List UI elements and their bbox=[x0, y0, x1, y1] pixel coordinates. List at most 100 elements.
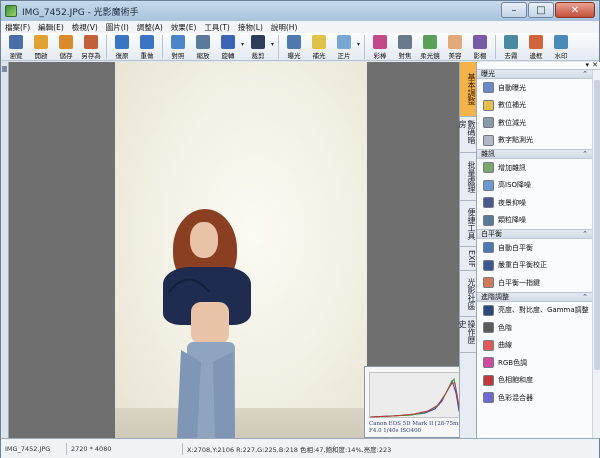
menu-item[interactable]: 接物(L) bbox=[238, 22, 263, 33]
vertical-tabs: 基本調整 數碼暗房 批量處理 便捷工具 EXIF 光影社區 操作歷史 bbox=[458, 62, 476, 438]
vertical-tab[interactable]: 便捷工具 bbox=[460, 201, 476, 247]
dropdown-arrow-icon[interactable]: ▾ bbox=[357, 41, 360, 48]
toolbar-button-13[interactable]: 正片 bbox=[332, 33, 356, 61]
panel-item[interactable]: 數位減光 bbox=[477, 114, 600, 132]
panel-close-icon[interactable]: ✕ bbox=[592, 62, 598, 69]
panel-item[interactable]: 夜景抑噪 bbox=[477, 194, 600, 212]
browse-icon bbox=[9, 35, 23, 49]
curves-icon bbox=[483, 339, 494, 351]
section-header[interactable]: 進階調整 ⌃ bbox=[477, 291, 600, 302]
toolbar-label: 水印 bbox=[554, 52, 568, 60]
collapse-chevron-icon[interactable]: ⌃ bbox=[582, 70, 588, 78]
toolbar-button-19[interactable]: 去霧 bbox=[499, 33, 523, 61]
toolbar-button-3[interactable]: 儲存 bbox=[54, 33, 78, 61]
toolbar-separator bbox=[364, 35, 366, 59]
toolbar-button-21[interactable]: 水印 bbox=[549, 33, 573, 61]
toolbar-button-4[interactable]: 另存為 bbox=[79, 33, 103, 61]
vertical-tab[interactable]: 批量處理 bbox=[460, 153, 476, 201]
menu-item[interactable]: 圖片(I) bbox=[106, 22, 129, 33]
toolbar-button-7[interactable]: 對照 bbox=[166, 33, 190, 61]
panel-item[interactable]: 色彩混合器 bbox=[477, 389, 600, 407]
toolbar-button-10[interactable]: 裁剪 bbox=[246, 33, 270, 61]
panel-item[interactable]: 增加雜訊 bbox=[477, 159, 600, 177]
menu-item[interactable]: 說明(H) bbox=[271, 22, 298, 33]
panel-item[interactable]: 曲線 bbox=[477, 337, 600, 355]
app-window: IMG_7452.JPG - 光影魔術手 – □ ✕ 檔案(F) 編輯(E) 檢視(… bbox=[0, 0, 600, 458]
panel-item[interactable]: 白平衡一指鍵 bbox=[477, 274, 600, 292]
menu-item[interactable]: 檢視(V) bbox=[72, 22, 98, 33]
status-filename: IMG_7452.JPG bbox=[1, 442, 67, 455]
collapse-chevron-icon[interactable]: ⌃ bbox=[582, 293, 588, 301]
toolbar-button-15[interactable]: 對焦 bbox=[393, 33, 417, 61]
section-header[interactable]: 白平衡 ⌃ bbox=[477, 229, 600, 239]
toolbar-button-6[interactable]: 重做 bbox=[135, 33, 159, 61]
toolbar-button-16[interactable]: 柔光鏡 bbox=[418, 33, 442, 61]
collapse-chevron-icon[interactable]: ⌃ bbox=[582, 150, 588, 158]
frame-icon bbox=[529, 35, 544, 49]
toolbar-button-5[interactable]: 復原 bbox=[110, 33, 134, 61]
toolbar-label: 對照 bbox=[171, 52, 185, 60]
maximize-button[interactable]: □ bbox=[528, 2, 554, 18]
window-title: IMG_7452.JPG - 光影魔術手 bbox=[22, 7, 139, 18]
panel-item[interactable]: 顆粒降噪 bbox=[477, 212, 600, 230]
menu-item[interactable]: 工具(T) bbox=[204, 22, 229, 33]
toolbar-button-20[interactable]: 邊框 bbox=[524, 33, 548, 61]
toolbar-separator bbox=[495, 35, 497, 59]
dehaze-icon bbox=[504, 35, 519, 49]
vertical-tab[interactable]: 基本調整 bbox=[460, 62, 476, 117]
toolbar-button-1[interactable]: 瀏覽 bbox=[4, 33, 28, 61]
toolbar-button-11[interactable]: 曝光 bbox=[282, 33, 306, 61]
collapse-handle-icon[interactable] bbox=[2, 66, 7, 72]
toolbar-button-12[interactable]: 補光 bbox=[307, 33, 331, 61]
panel-item-label: 色彩混合器 bbox=[498, 393, 533, 402]
panel-scroll-thumb[interactable] bbox=[594, 80, 600, 370]
toolbar-separator bbox=[278, 35, 280, 59]
collapse-chevron-icon[interactable]: ⌃ bbox=[582, 230, 588, 238]
section-header[interactable]: 雜訊 ⌃ bbox=[477, 149, 600, 159]
window-controls: – □ ✕ bbox=[500, 2, 595, 18]
panel-item[interactable]: 色階 bbox=[477, 319, 600, 337]
section-title: 白平衡 bbox=[481, 230, 502, 238]
menu-item[interactable]: 編輯(E) bbox=[38, 22, 64, 33]
section-title: 曝光 bbox=[481, 70, 495, 78]
menu-item[interactable]: 調整(A) bbox=[137, 22, 163, 33]
vertical-tab[interactable]: 光影社區 bbox=[460, 271, 476, 317]
toolbar-label: 正片 bbox=[337, 52, 351, 60]
toolbar-button-8[interactable]: 縮放 bbox=[191, 33, 215, 61]
positive-film-icon bbox=[337, 35, 352, 49]
section-title: 進階調整 bbox=[481, 292, 509, 301]
minimize-button[interactable]: – bbox=[501, 2, 527, 18]
left-collapse-strip[interactable] bbox=[1, 62, 9, 438]
close-button[interactable]: ✕ bbox=[555, 2, 595, 18]
toolbar-button-18[interactable]: 影棚 bbox=[468, 33, 492, 61]
panel-item[interactable]: 色相飽和度 bbox=[477, 372, 600, 390]
toolbar-button-17[interactable]: 美容 bbox=[443, 33, 467, 61]
toolbar-button-14[interactable]: 彩棒 bbox=[368, 33, 392, 61]
dropdown-arrow-icon[interactable]: ▾ bbox=[271, 41, 274, 48]
menu-bar: 檔案(F) 編輯(E) 檢視(V) 圖片(I) 調整(A) 效果(E) 工具(T) 接物(L)… bbox=[1, 21, 599, 33]
dropdown-arrow-icon[interactable]: ▾ bbox=[241, 41, 244, 48]
exif-camera: Canon EOS 5D Mark II [28-75mm] bbox=[369, 421, 466, 427]
panel-item-label: 色相飽和度 bbox=[498, 376, 533, 385]
panel-item[interactable]: 自動曝光 bbox=[477, 79, 600, 97]
panel-item[interactable]: 自動白平衡 bbox=[477, 239, 600, 257]
vertical-tab[interactable]: 操作歷史 bbox=[458, 317, 476, 353]
panel-item[interactable]: 數字點測光 bbox=[477, 132, 600, 150]
toolbar-button-9[interactable]: 旋轉 bbox=[216, 33, 240, 61]
panel-scrollbar[interactable] bbox=[592, 70, 600, 438]
panel-item[interactable]: 高ISO降噪 bbox=[477, 177, 600, 195]
toolbar-label: 開啟 bbox=[34, 52, 48, 60]
panel-item[interactable]: 嚴重白平衡校正 bbox=[477, 257, 600, 275]
section-header[interactable]: 曝光 ⌃ bbox=[477, 69, 600, 79]
menu-item[interactable]: 效果(E) bbox=[171, 22, 197, 33]
toolbar-button-2[interactable]: 開啟 bbox=[29, 33, 53, 61]
panel-item[interactable]: 數位補光 bbox=[477, 97, 600, 115]
pin-icon[interactable]: ▾ bbox=[585, 62, 589, 69]
panel-item[interactable]: 亮度、對比度、Gamma調整 bbox=[477, 302, 600, 320]
save-icon bbox=[59, 35, 73, 49]
spot-metering-icon bbox=[483, 134, 494, 146]
panel-item[interactable]: RGB色調 bbox=[477, 354, 600, 372]
vertical-tab[interactable]: EXIF bbox=[460, 247, 476, 271]
vertical-tab[interactable]: 數碼暗房 bbox=[458, 117, 476, 153]
menu-item[interactable]: 檔案(F) bbox=[5, 22, 30, 33]
